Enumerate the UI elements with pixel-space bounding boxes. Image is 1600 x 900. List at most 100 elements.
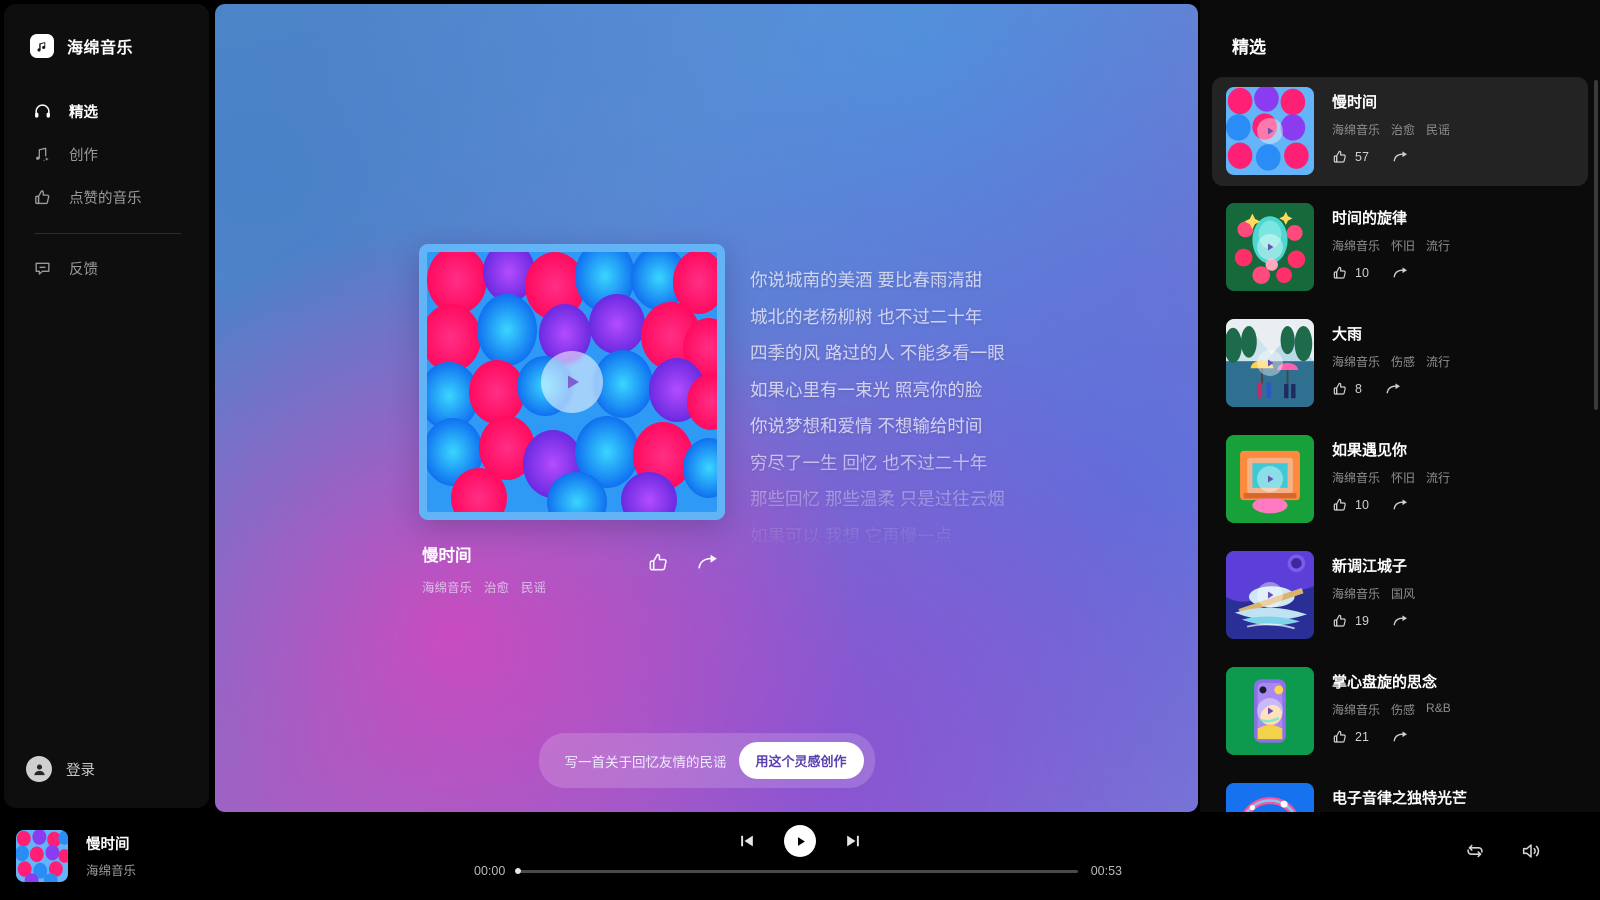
like-button[interactable]: 57 [1332, 149, 1369, 165]
song-thumbnail[interactable] [1226, 551, 1314, 639]
tag: 治愈 [484, 581, 510, 595]
play-icon[interactable] [1257, 466, 1283, 492]
song-title: 慢时间 [1332, 94, 1378, 111]
thumbs-up-icon [1332, 729, 1348, 745]
song-thumbnail[interactable] [1226, 435, 1314, 523]
like-button[interactable]: 8 [1332, 381, 1362, 397]
sidebar-item-create[interactable]: 创作 [4, 133, 209, 176]
skip-previous-icon[interactable] [737, 831, 757, 851]
share-button[interactable] [1392, 264, 1410, 282]
like-count: 10 [1355, 266, 1369, 280]
song-info: 慢时间 海绵音乐 治愈 民谣 57 [1332, 87, 1450, 166]
song-stats: 10 [1332, 264, 1450, 282]
sidebar-item-liked-music[interactable]: 点赞的音乐 [4, 176, 209, 219]
song-stats: 57 [1332, 148, 1450, 166]
play-icon[interactable] [1257, 234, 1283, 260]
song-tags: 海绵音乐 怀旧 流行 [1332, 237, 1450, 254]
song-tags: 海绵音乐 治愈 民谣 [422, 577, 725, 596]
inspiration-prompt-bar: 写一首关于回忆友情的民谣 用这个灵感创作 [538, 733, 875, 788]
play-icon[interactable] [1257, 698, 1283, 724]
brand: 海绵音乐 [4, 4, 209, 58]
lyric-line: 四季的风 路过的人 不能多看一眼 [750, 343, 1005, 363]
thumbs-up-icon [32, 188, 52, 208]
song-info: 大雨 海绵音乐 伤感 流行 8 [1332, 319, 1450, 398]
song-thumbnail[interactable] [1226, 87, 1314, 175]
login-button[interactable]: 登录 [26, 756, 209, 782]
tag: 民谣 [521, 581, 547, 595]
player-right-controls [1464, 840, 1542, 862]
thumbs-up-icon [1332, 149, 1348, 165]
song-thumbnail[interactable] [1226, 667, 1314, 755]
lyric-line: 你说城南的美酒 要比春雨清甜 [750, 270, 983, 290]
tag: 伤感 [1391, 355, 1416, 369]
song-list-item[interactable]: 大雨 海绵音乐 伤感 流行 8 [1212, 309, 1588, 418]
tag: 怀旧 [1391, 239, 1416, 253]
song-thumbnail[interactable] [1226, 783, 1314, 812]
share-button[interactable] [1385, 380, 1403, 398]
create-with-inspiration-button[interactable]: 用这个灵感创作 [738, 742, 864, 779]
song-tags: 海绵音乐 伤感 R&B [1332, 701, 1451, 718]
like-count: 57 [1355, 150, 1369, 164]
user-avatar-icon [26, 756, 52, 782]
song-stats: 21 [1332, 728, 1451, 746]
tag: 流行 [1426, 355, 1451, 369]
like-button[interactable]: 21 [1332, 729, 1369, 745]
tag: 国风 [1391, 587, 1416, 601]
share-button[interactable] [1392, 728, 1410, 746]
song-list-item[interactable]: 掌心盘旋的思念 海绵音乐 伤感 R&B 21 [1212, 657, 1588, 766]
play-icon[interactable] [541, 351, 603, 413]
share-button[interactable] [696, 550, 721, 575]
play-icon[interactable] [1257, 350, 1283, 376]
song-info: 时间的旋律 海绵音乐 怀旧 流行 10 [1332, 203, 1450, 282]
like-button[interactable]: 10 [1332, 265, 1369, 281]
now-playing-text: 慢时间 海绵音乐 [86, 833, 136, 879]
repeat-icon[interactable] [1464, 840, 1486, 862]
song-list-item[interactable]: 新调江城子 海绵音乐 国风 19 [1212, 541, 1588, 650]
music-note-sparkle-icon [32, 145, 52, 165]
song-stats: 8 [1332, 380, 1450, 398]
share-icon [1392, 728, 1410, 746]
volume-icon[interactable] [1520, 840, 1542, 862]
headphones-icon [32, 102, 52, 122]
song-list-item[interactable]: 电子音律之独特光芒海绵音乐兴奋电子12 [1212, 773, 1588, 812]
share-button[interactable] [1392, 148, 1410, 166]
sidebar-item-featured[interactable]: 精选 [4, 90, 209, 133]
like-button[interactable]: 19 [1332, 613, 1369, 629]
skip-next-icon[interactable] [843, 831, 863, 851]
album-art[interactable] [419, 244, 725, 520]
song-stats: 10 [1332, 496, 1450, 514]
share-icon [1385, 380, 1403, 398]
share-icon [1392, 496, 1410, 514]
like-button[interactable]: 10 [1332, 497, 1369, 513]
play-icon[interactable] [1257, 118, 1283, 144]
song-list-item[interactable]: 时间的旋律 海绵音乐 怀旧 流行 10 [1212, 193, 1588, 302]
total-time: 00:53 [1090, 864, 1122, 878]
share-icon [1392, 612, 1410, 630]
progress-slider[interactable] [515, 868, 1078, 874]
play-pause-button[interactable] [784, 825, 816, 857]
like-count: 21 [1355, 730, 1369, 744]
like-button[interactable] [647, 551, 670, 574]
lyrics-panel: 你说城南的美酒 要比春雨清甜 城北的老杨柳树 也不过二十年 四季的风 路过的人 … [750, 262, 1198, 554]
song-thumbnail[interactable] [1226, 319, 1314, 407]
lyric-line: 那些回忆 那些温柔 只是过往云烟 [750, 489, 1005, 509]
play-icon[interactable] [1257, 582, 1283, 608]
song-list-item[interactable]: 如果遇见你 海绵音乐 怀旧 流行 10 [1212, 425, 1588, 534]
sidebar-item-label: 创作 [69, 148, 98, 164]
share-button[interactable] [1392, 612, 1410, 630]
share-button[interactable] [1392, 496, 1410, 514]
sidebar-item-label: 点赞的音乐 [69, 191, 142, 207]
song-thumbnail[interactable] [1226, 203, 1314, 291]
thumbs-up-icon [1332, 497, 1348, 513]
thumbs-up-icon [1332, 613, 1348, 629]
song-list-item[interactable]: 慢时间 海绵音乐 治愈 民谣 57 [1212, 77, 1588, 186]
sidebar: 海绵音乐 精选 创作 点赞的音乐 反馈 登录 [4, 4, 209, 808]
now-playing-thumbnail[interactable] [16, 830, 68, 882]
tag: 海绵音乐 [1332, 239, 1381, 253]
progress-knob[interactable] [515, 868, 522, 874]
sidebar-item-feedback[interactable]: 反馈 [4, 247, 209, 290]
panel-scrollbar[interactable] [1594, 80, 1598, 410]
share-icon [1392, 148, 1410, 166]
featured-panel: 精选 慢时间海绵音乐治愈民谣57 时间的旋律海绵音乐怀旧流行10 [1200, 0, 1600, 812]
tag: 海绵音乐 [1332, 123, 1381, 137]
